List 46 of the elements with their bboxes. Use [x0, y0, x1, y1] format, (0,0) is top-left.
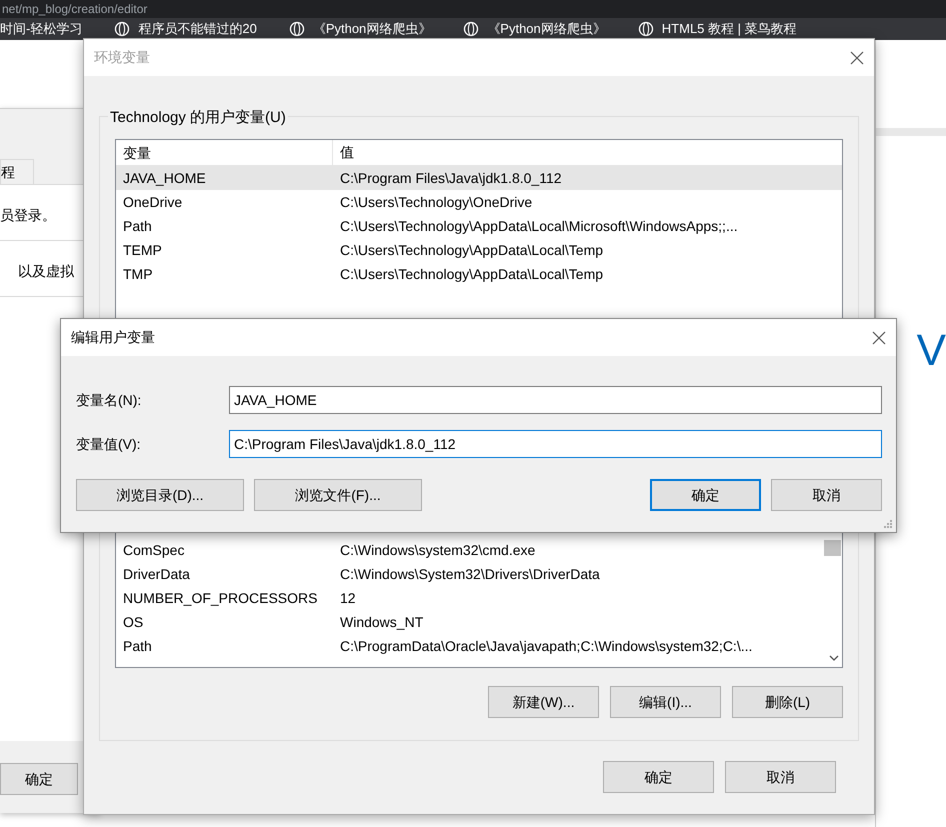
close-icon[interactable] — [850, 50, 864, 64]
field-label: 变量名(N): — [76, 390, 142, 410]
bookmark-link[interactable]: 时间-轻松学习 — [0, 19, 82, 39]
list-row[interactable]: Path C:\ProgramData\Oracle\Java\javapath;C:\Windows\system32;C:\... — [116, 634, 821, 658]
scrollbar-thumb[interactable] — [824, 540, 841, 556]
globe-icon — [288, 21, 305, 37]
list-row[interactable]: TMP C:\Users\Technology\AppData\Local\Temp — [116, 262, 842, 286]
ok-button[interactable]: 确定 — [0, 763, 78, 795]
bookmark-link[interactable]: HTML5 教程 | 菜鸟教程 — [662, 19, 797, 39]
list-row[interactable]: JAVA_HOME C:\Program Files\Java\jdk1.8.0_112 — [116, 166, 842, 190]
browse-button[interactable]: 浏览目录(D)... — [76, 479, 244, 511]
list-row[interactable]: ComSpec C:\Windows\system32\cmd.exe — [116, 538, 821, 562]
window-title: 环境变量 — [94, 48, 150, 67]
list-row[interactable]: DriverData C:\Windows\System32\Drivers\DriverData — [116, 562, 821, 586]
globe-icon — [638, 21, 654, 37]
list-row[interactable]: NUMBER_OF_PROCESSORS 12 — [116, 586, 821, 610]
action-button[interactable]: 编辑(I)... — [610, 686, 721, 718]
browse-button[interactable]: 浏览文件(F)... — [254, 479, 422, 511]
field-label: 变量值(V): — [76, 434, 141, 454]
resize-grip-icon[interactable] — [883, 519, 893, 529]
dialog-button[interactable]: 确定 — [650, 479, 761, 511]
bookmark-link[interactable]: 《Python网络爬虫》 — [312, 19, 432, 39]
text-line: 以及虚拟 — [18, 263, 74, 279]
banner-text: V — [916, 325, 946, 377]
action-button[interactable]: 删除(L) — [732, 686, 843, 718]
input-field[interactable]: JAVA_HOME — [229, 386, 882, 414]
globe-icon — [114, 21, 130, 37]
list-row[interactable]: TEMP C:\Users\Technology\AppData\Local\Temp — [116, 238, 842, 262]
url-text: net/mp_blog/creation/editor — [2, 2, 148, 16]
window-title: 编辑用户变量 — [71, 328, 155, 347]
list-row[interactable]: Path C:\Users\Technology\AppData\Local\Microsoft\WindowsApps;;... — [116, 214, 842, 238]
column-header[interactable]: 值 — [333, 142, 354, 163]
bookmark-link[interactable]: 程序员不能错过的20 — [138, 19, 257, 39]
input-field[interactable]: C:\Program Files\Java\jdk1.8.0_112 — [229, 430, 882, 458]
tab[interactable]: 程 — [0, 159, 34, 184]
dialog-button[interactable]: 取消 — [725, 761, 836, 793]
globe-icon — [463, 21, 480, 37]
text-line: 员登录。 — [0, 207, 56, 223]
action-button[interactable]: 新建(W)... — [488, 686, 599, 718]
close-icon[interactable] — [872, 330, 886, 344]
dialog-button[interactable]: 取消 — [771, 479, 882, 511]
list-row[interactable]: OneDrive C:\Users\Technology\OneDrive — [116, 190, 842, 214]
bookmark-link[interactable]: 《Python网络爬虫》 — [487, 19, 606, 39]
scroll-down-icon[interactable] — [828, 653, 840, 663]
list-row[interactable]: OS Windows_NT — [116, 610, 821, 634]
dialog-button[interactable]: 确定 — [603, 761, 714, 793]
